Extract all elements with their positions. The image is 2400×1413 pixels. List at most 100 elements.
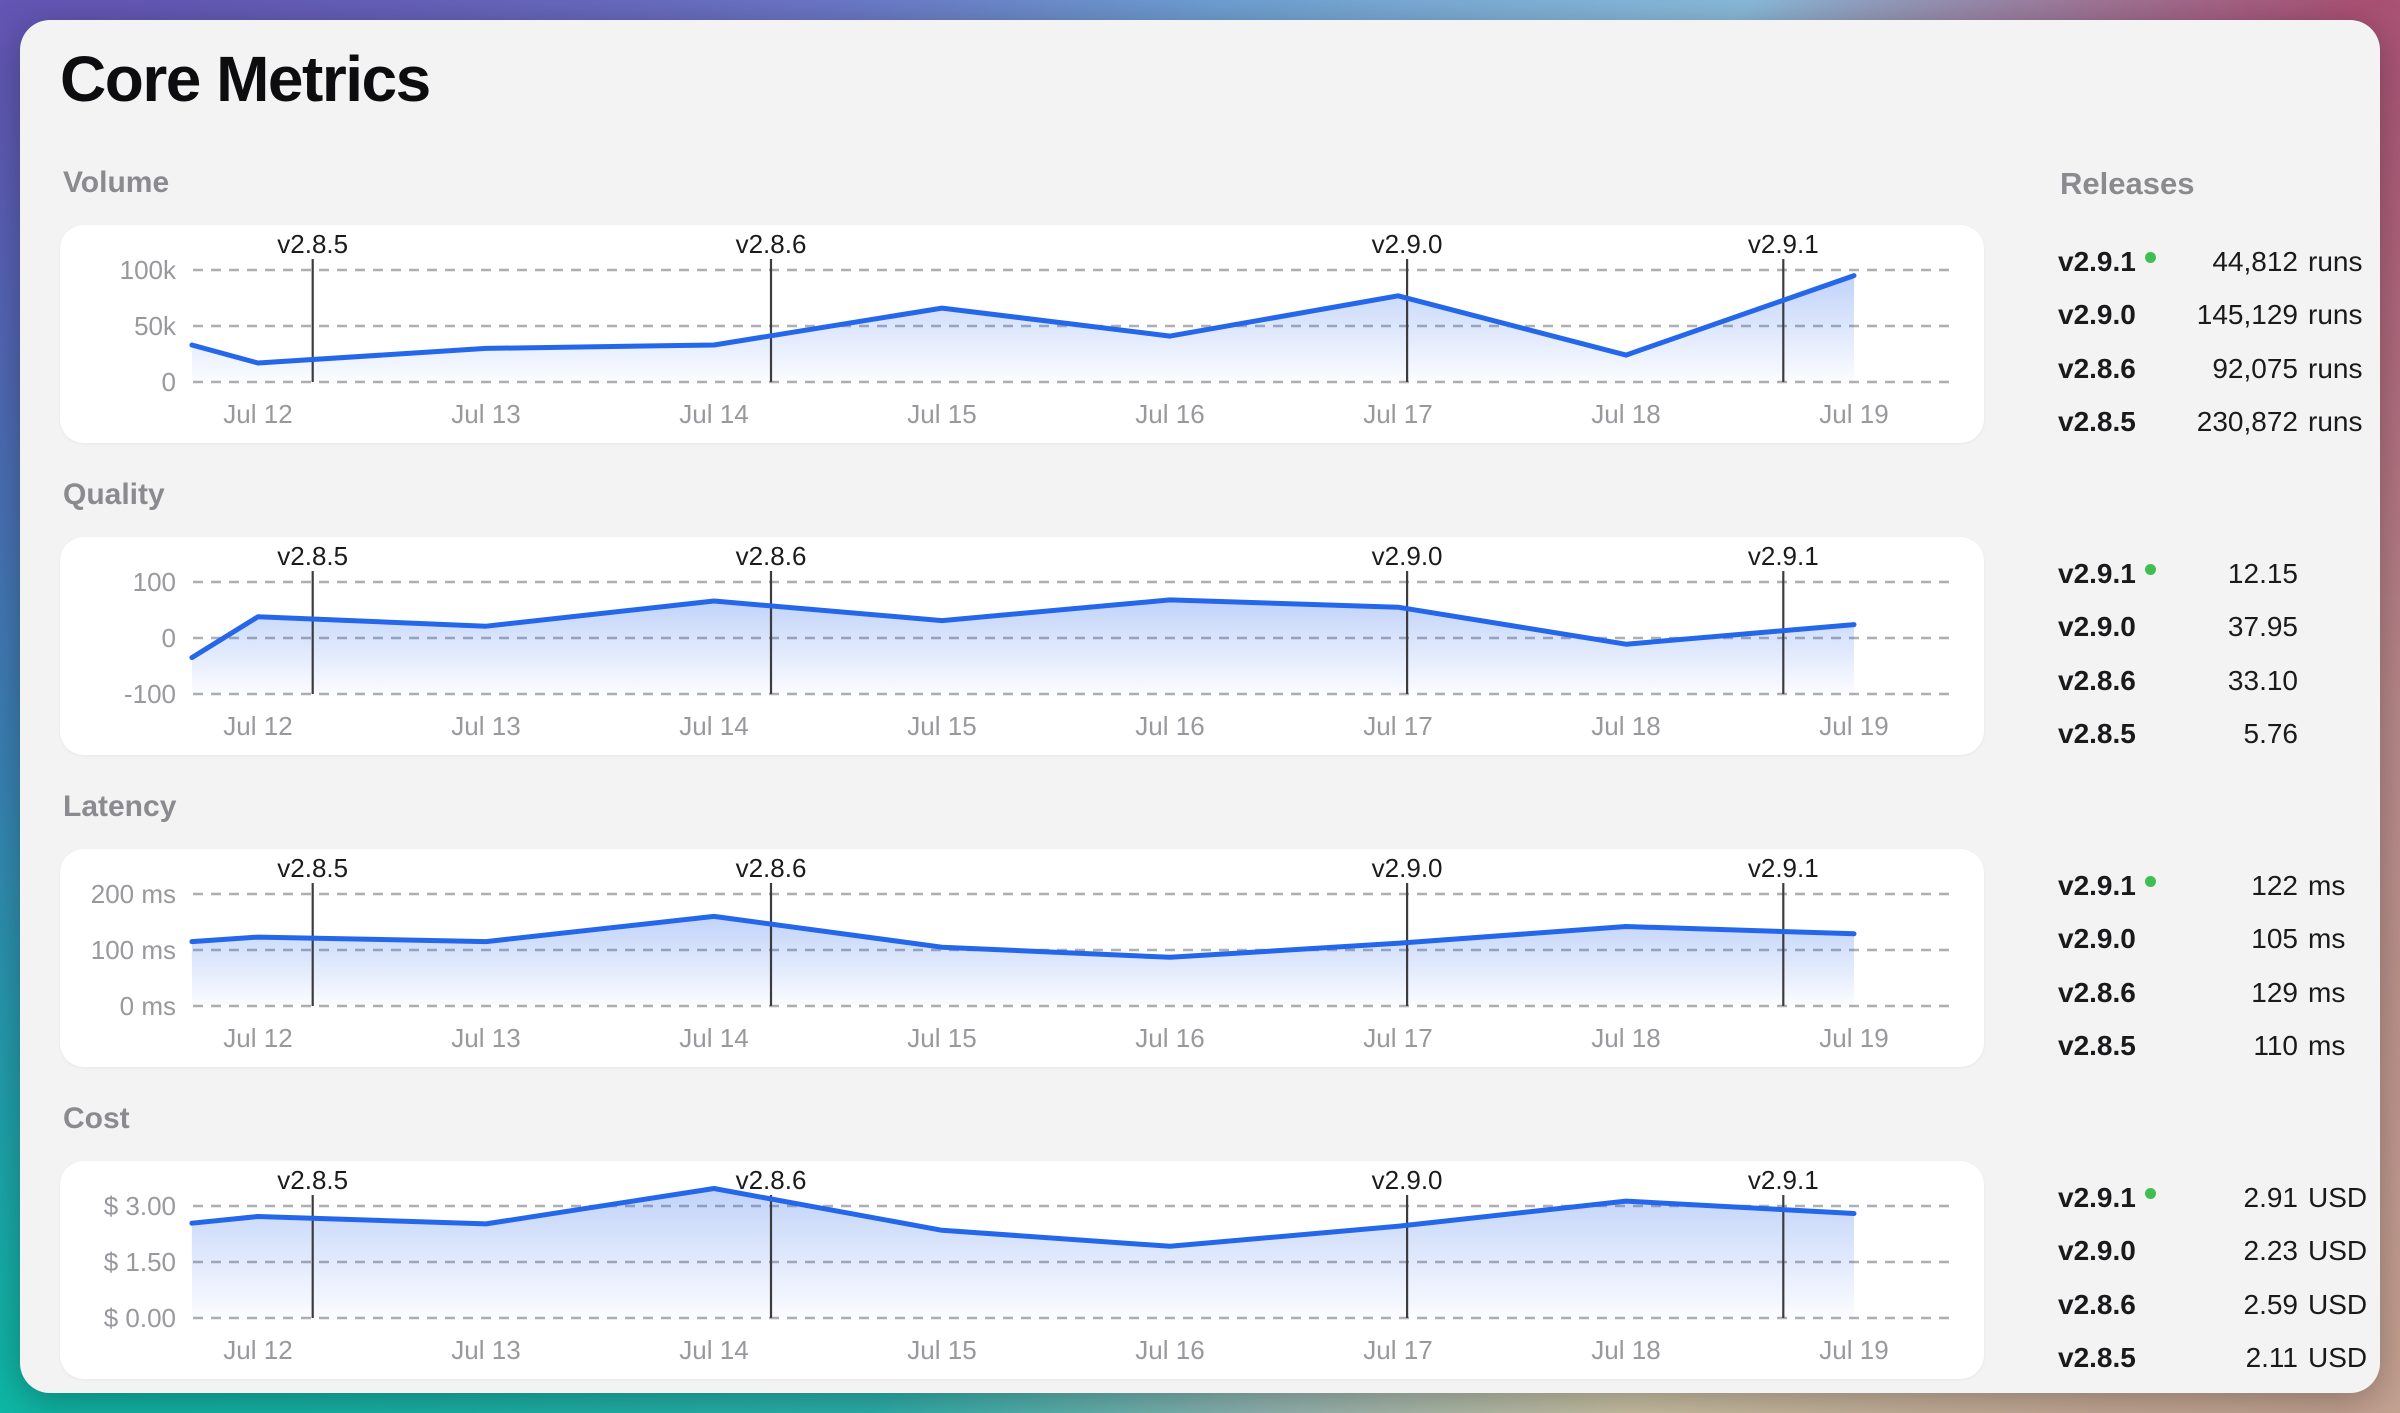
x-tick-label: Jul 17 (1363, 399, 1432, 429)
release-version: v2.9.0 (2058, 299, 2136, 331)
y-tick-label: $ 0.00 (104, 1303, 176, 1333)
release-version-wrap: v2.9.0 (2058, 1235, 2136, 1267)
section-label-cost: Cost (63, 1102, 130, 1136)
latency-chart: 200 ms100 ms0 msv2.8.5v2.8.6v2.9.0v2.9.1… (60, 849, 1984, 1067)
x-tick-label: Jul 14 (679, 1335, 748, 1365)
x-tick-label: Jul 19 (1819, 1335, 1888, 1365)
release-row: v2.9.0 2.23 USD (2058, 1225, 2370, 1279)
section-label-latency: Latency (63, 790, 176, 824)
y-tick-label: 50k (134, 311, 177, 341)
release-marker-label: v2.8.5 (277, 229, 348, 259)
release-unit: USD (2308, 1235, 2367, 1267)
release-marker-label: v2.9.0 (1372, 1165, 1443, 1195)
release-version: v2.9.0 (2058, 611, 2136, 643)
release-version: v2.9.0 (2058, 1235, 2136, 1267)
release-value: 33.10 (2228, 665, 2298, 697)
release-value: 12.15 (2228, 558, 2298, 590)
release-marker-label: v2.9.1 (1748, 1165, 1819, 1195)
x-tick-label: Jul 16 (1135, 1023, 1204, 1053)
release-value: 110 (2253, 1030, 2298, 1062)
release-version: v2.8.6 (2058, 665, 2136, 697)
y-tick-label: $ 3.00 (104, 1191, 176, 1221)
y-tick-label: -100 (124, 679, 176, 709)
release-version: v2.9.1 (2058, 558, 2136, 590)
release-row: v2.9.0 37.95 (2058, 601, 2370, 655)
release-unit: ms (2308, 1030, 2345, 1062)
release-version: v2.8.5 (2058, 718, 2136, 750)
release-marker-label: v2.9.1 (1748, 541, 1819, 571)
x-tick-label: Jul 16 (1135, 1335, 1204, 1365)
x-tick-label: Jul 14 (679, 399, 748, 429)
release-row: v2.9.0105ms (2058, 913, 2370, 967)
release-version: v2.8.6 (2058, 353, 2136, 385)
release-marker-label: v2.8.5 (277, 1165, 348, 1195)
release-version-wrap: v2.9.0 (2058, 299, 2136, 331)
release-version: v2.8.5 (2058, 1030, 2136, 1062)
release-value: 2.23 (2244, 1235, 2299, 1267)
x-tick-label: Jul 15 (907, 1023, 976, 1053)
release-version: v2.8.5 (2058, 406, 2136, 438)
section-label-volume: Volume (63, 166, 169, 200)
x-tick-label: Jul 12 (223, 711, 292, 741)
release-unit: USD (2308, 1182, 2367, 1214)
app-window: Core Metrics Releases Volume100k50k0v2.8… (0, 0, 2400, 1413)
release-version: v2.8.6 (2058, 977, 2136, 1009)
x-tick-label: Jul 15 (907, 1335, 976, 1365)
release-version-wrap: v2.8.5 (2058, 718, 2136, 750)
y-tick-label: $ 1.50 (104, 1247, 176, 1277)
release-unit: runs (2308, 353, 2362, 385)
x-tick-label: Jul 16 (1135, 399, 1204, 429)
x-tick-label: Jul 18 (1591, 711, 1660, 741)
release-marker-label: v2.8.6 (736, 541, 807, 571)
release-unit: USD (2308, 1342, 2367, 1374)
release-version-wrap: v2.9.1 (2058, 558, 2156, 590)
release-marker-label: v2.9.1 (1748, 229, 1819, 259)
release-unit: ms (2308, 923, 2345, 955)
release-unit: USD (2308, 1289, 2367, 1321)
release-row: v2.9.0145,129runs (2058, 289, 2370, 343)
x-tick-label: Jul 12 (223, 1023, 292, 1053)
y-tick-label: 100 (133, 567, 176, 597)
volume-chart-card: 100k50k0v2.8.5v2.8.6v2.9.0v2.9.1Jul 12Ju… (60, 225, 1984, 443)
x-tick-label: Jul 17 (1363, 1023, 1432, 1053)
release-row: v2.9.144,812runs (2058, 235, 2370, 289)
x-tick-label: Jul 12 (223, 399, 292, 429)
release-value: 122 (2251, 870, 2298, 902)
x-tick-label: Jul 17 (1363, 711, 1432, 741)
release-marker-label: v2.8.6 (736, 1165, 807, 1195)
y-tick-label: 0 ms (120, 991, 176, 1021)
x-tick-label: Jul 13 (451, 711, 520, 741)
x-tick-label: Jul 16 (1135, 711, 1204, 741)
release-row: v2.8.55.76 (2058, 708, 2370, 762)
x-tick-label: Jul 19 (1819, 1023, 1888, 1053)
release-row: v2.9.12.91USD (2058, 1171, 2370, 1225)
release-value: 92,075 (2212, 353, 2298, 385)
current-release-dot (2145, 876, 2156, 887)
release-version: v2.8.6 (2058, 1289, 2136, 1321)
current-release-dot (2145, 252, 2156, 263)
release-value: 44,812 (2212, 246, 2298, 278)
release-value: 37.95 (2228, 611, 2298, 643)
x-tick-label: Jul 18 (1591, 1023, 1660, 1053)
x-tick-label: Jul 12 (223, 1335, 292, 1365)
release-row: v2.8.5230,872runs (2058, 396, 2370, 450)
release-version: v2.8.5 (2058, 1342, 2136, 1374)
release-row: v2.9.1 12.15 (2058, 547, 2370, 601)
release-unit: ms (2308, 870, 2345, 902)
x-tick-label: Jul 14 (679, 1023, 748, 1053)
release-value: 2.59 (2244, 1289, 2299, 1321)
release-version: v2.9.0 (2058, 923, 2136, 955)
y-tick-label: 0 (162, 367, 176, 397)
release-version: v2.9.1 (2058, 246, 2136, 278)
x-tick-label: Jul 19 (1819, 399, 1888, 429)
release-row: v2.8.52.11USD (2058, 1332, 2370, 1386)
release-row: v2.8.6 2.59 USD (2058, 1278, 2370, 1332)
x-tick-label: Jul 18 (1591, 1335, 1660, 1365)
y-tick-label: 100 ms (91, 935, 176, 965)
quality-chart: 1000-100v2.8.5v2.8.6v2.9.0v2.9.1Jul 12Ju… (60, 537, 1984, 755)
releases-heading: Releases (2060, 166, 2194, 202)
x-tick-label: Jul 13 (451, 1335, 520, 1365)
current-release-dot (2145, 564, 2156, 575)
release-row: v2.9.1122ms (2058, 859, 2370, 913)
x-tick-label: Jul 14 (679, 711, 748, 741)
